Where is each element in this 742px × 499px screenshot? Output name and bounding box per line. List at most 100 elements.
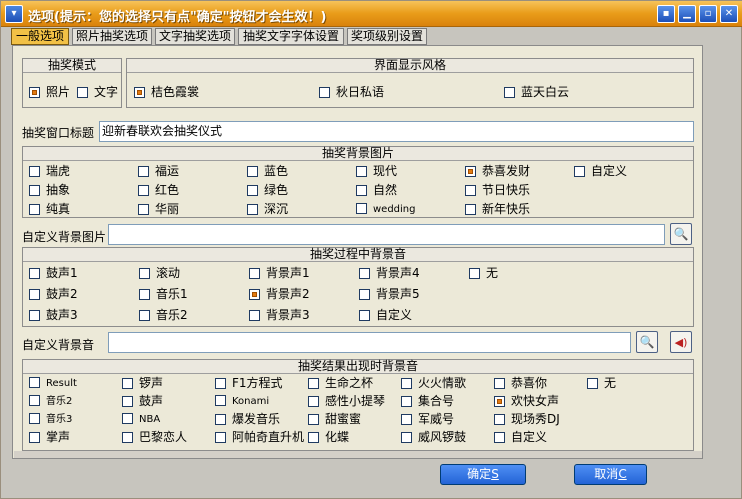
result-sound-option[interactable]: 自定义 bbox=[494, 431, 547, 444]
checkbox-icon[interactable] bbox=[215, 395, 226, 406]
checkbox-icon[interactable] bbox=[465, 166, 476, 177]
process-sound-option[interactable]: 背景声4 bbox=[359, 267, 420, 280]
checkbox-icon[interactable] bbox=[465, 204, 476, 215]
checkbox-icon[interactable] bbox=[359, 310, 370, 321]
maximize-icon[interactable]: ▫ bbox=[699, 5, 717, 23]
checkbox-icon[interactable] bbox=[359, 268, 370, 279]
result-sound-option[interactable]: F1方程式 bbox=[215, 377, 283, 390]
result-sound-option[interactable]: 甜蜜蜜 bbox=[308, 413, 361, 426]
bg-image-option[interactable]: 现代 bbox=[356, 165, 397, 178]
result-sound-option[interactable]: 生命之杯 bbox=[308, 377, 373, 390]
play-sound-button[interactable]: ◀) bbox=[670, 331, 692, 353]
close-icon[interactable]: ✕ bbox=[720, 5, 738, 23]
bg-image-option[interactable]: 节日快乐 bbox=[465, 184, 530, 197]
checkbox-icon[interactable] bbox=[574, 166, 585, 177]
result-sound-option[interactable]: 欢快女声 bbox=[494, 395, 559, 408]
result-sound-option[interactable]: 音乐3 bbox=[29, 413, 72, 426]
checkbox-icon[interactable] bbox=[29, 395, 40, 406]
process-sound-option[interactable]: 无 bbox=[469, 267, 498, 280]
checkbox-icon[interactable] bbox=[122, 378, 133, 389]
result-sound-option[interactable]: 恭喜你 bbox=[494, 377, 547, 390]
style-option[interactable]: 秋日私语 bbox=[319, 86, 384, 99]
checkbox-icon[interactable] bbox=[308, 396, 319, 407]
checkbox-icon[interactable] bbox=[308, 378, 319, 389]
checkbox-icon[interactable] bbox=[504, 87, 515, 98]
process-sound-option[interactable]: 背景声1 bbox=[249, 267, 310, 280]
checkbox-icon[interactable] bbox=[401, 378, 412, 389]
bg-image-option[interactable]: 深沉 bbox=[247, 203, 288, 216]
bg-image-option[interactable]: 纯真 bbox=[29, 203, 70, 216]
checkbox-icon[interactable] bbox=[139, 310, 150, 321]
bg-image-option[interactable]: 抽象 bbox=[29, 184, 70, 197]
checkbox-icon[interactable] bbox=[29, 432, 40, 443]
checkbox-icon[interactable] bbox=[139, 289, 150, 300]
result-sound-option[interactable]: 阿帕奇直升机 bbox=[215, 431, 304, 444]
checkbox-icon[interactable] bbox=[122, 396, 133, 407]
checkbox-icon[interactable] bbox=[122, 413, 133, 424]
checkbox-icon[interactable] bbox=[139, 268, 150, 279]
checkbox-icon[interactable] bbox=[215, 432, 226, 443]
process-sound-option[interactable]: 鼓声2 bbox=[29, 288, 78, 301]
checkbox-icon[interactable] bbox=[247, 166, 258, 177]
window-menu-icon[interactable]: ▾ bbox=[5, 5, 23, 23]
tab-text-draw[interactable]: 文字抽奖选项 bbox=[155, 28, 235, 45]
result-sound-option[interactable]: 掌声 bbox=[29, 431, 70, 444]
checkbox-icon[interactable] bbox=[29, 166, 40, 177]
tab-prize-levels[interactable]: 奖项级别设置 bbox=[347, 28, 427, 45]
result-sound-option[interactable]: 化蝶 bbox=[308, 431, 349, 444]
checkbox-icon[interactable] bbox=[401, 414, 412, 425]
custom-bg-image-input[interactable] bbox=[108, 224, 665, 245]
checkbox-icon[interactable] bbox=[308, 432, 319, 443]
bg-image-option[interactable]: 新年快乐 bbox=[465, 203, 530, 216]
checkbox-icon[interactable] bbox=[308, 414, 319, 425]
checkbox-icon[interactable] bbox=[29, 413, 40, 424]
bg-image-option[interactable]: 恭喜发财 bbox=[465, 165, 530, 178]
checkbox-icon[interactable] bbox=[29, 185, 40, 196]
tab-general[interactable]: 一般选项 bbox=[11, 28, 69, 45]
bg-image-option[interactable]: 绿色 bbox=[247, 184, 288, 197]
checkbox-icon[interactable] bbox=[469, 268, 480, 279]
result-sound-option[interactable]: 集合号 bbox=[401, 395, 454, 408]
title-bar[interactable]: ▾ 选项(提示：您的选择只有点"确定"按钮才会生效！) ▪ ▁ ▫ ✕ bbox=[1, 1, 742, 27]
checkbox-icon[interactable] bbox=[29, 377, 40, 388]
checkbox-icon[interactable] bbox=[29, 87, 40, 98]
checkbox-icon[interactable] bbox=[249, 268, 260, 279]
checkbox-icon[interactable] bbox=[401, 396, 412, 407]
checkbox-icon[interactable] bbox=[29, 204, 40, 215]
checkbox-icon[interactable] bbox=[249, 289, 260, 300]
checkbox-icon[interactable] bbox=[215, 378, 226, 389]
checkbox-icon[interactable] bbox=[138, 204, 149, 215]
bg-image-option[interactable]: 自定义 bbox=[574, 165, 627, 178]
minimize-icon[interactable]: ▁ bbox=[678, 5, 696, 23]
result-sound-option[interactable]: NBA bbox=[122, 413, 160, 426]
checkbox-icon[interactable] bbox=[134, 87, 145, 98]
result-sound-option[interactable]: 巴黎恋人 bbox=[122, 431, 187, 444]
process-sound-option[interactable]: 自定义 bbox=[359, 309, 412, 322]
result-sound-option[interactable]: 火火情歌 bbox=[401, 377, 466, 390]
checkbox-icon[interactable] bbox=[29, 268, 40, 279]
checkbox-icon[interactable] bbox=[247, 185, 258, 196]
checkbox-icon[interactable] bbox=[215, 414, 226, 425]
process-sound-option[interactable]: 滚动 bbox=[139, 267, 180, 280]
checkbox-icon[interactable] bbox=[356, 203, 367, 214]
result-sound-option[interactable]: 锣声 bbox=[122, 377, 163, 390]
checkbox-icon[interactable] bbox=[319, 87, 330, 98]
result-sound-option[interactable]: 鼓声 bbox=[122, 395, 163, 408]
horizontal-scrollbar[interactable] bbox=[14, 451, 702, 458]
process-sound-option[interactable]: 音乐2 bbox=[139, 309, 188, 322]
mode-option[interactable]: 文字 bbox=[77, 86, 118, 99]
bg-image-option[interactable]: 红色 bbox=[138, 184, 179, 197]
checkbox-icon[interactable] bbox=[138, 166, 149, 177]
bg-image-option[interactable]: 蓝色 bbox=[247, 165, 288, 178]
bg-image-option[interactable]: 瑞虎 bbox=[29, 165, 70, 178]
process-sound-option[interactable]: 背景声3 bbox=[249, 309, 310, 322]
checkbox-icon[interactable] bbox=[494, 414, 505, 425]
result-sound-option[interactable]: 现场秀DJ bbox=[494, 413, 560, 426]
checkbox-icon[interactable] bbox=[122, 432, 133, 443]
checkbox-icon[interactable] bbox=[494, 378, 505, 389]
mode-option[interactable]: 照片 bbox=[29, 86, 70, 99]
result-sound-option[interactable]: 音乐2 bbox=[29, 395, 72, 408]
checkbox-icon[interactable] bbox=[138, 185, 149, 196]
checkbox-icon[interactable] bbox=[29, 289, 40, 300]
bg-image-option[interactable]: 福运 bbox=[138, 165, 179, 178]
